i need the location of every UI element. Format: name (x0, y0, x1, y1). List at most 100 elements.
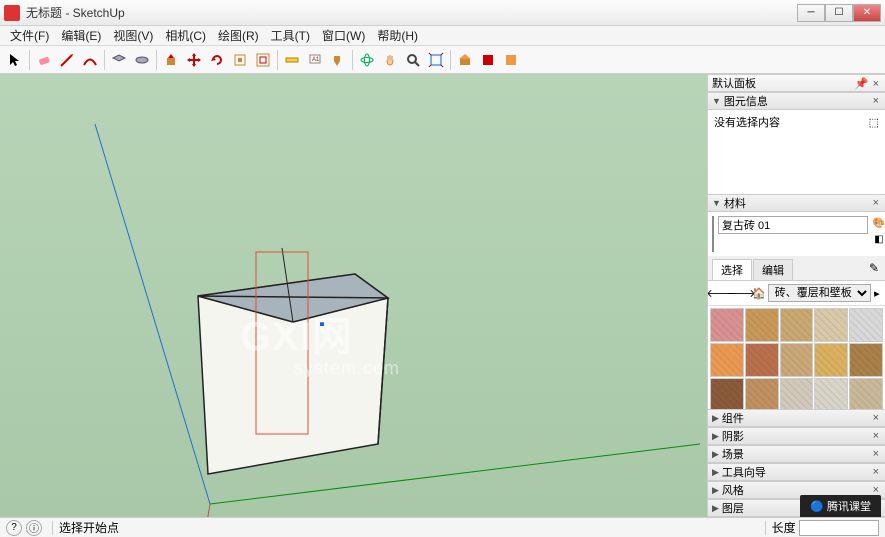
instructor-header[interactable]: ▶工具向导× (708, 463, 885, 481)
shadows-header[interactable]: ▶阴影× (708, 427, 885, 445)
menu-tools[interactable]: 工具(T) (265, 25, 316, 46)
entity-info-header[interactable]: ▼图元信息× (708, 92, 885, 110)
texture-swatch[interactable] (814, 378, 848, 409)
zoom-tool[interactable] (402, 49, 424, 71)
eraser-tool[interactable] (33, 49, 55, 71)
move-tool[interactable] (183, 49, 205, 71)
app-icon (4, 5, 20, 21)
line-tool[interactable] (56, 49, 78, 71)
statusbar: ? ⓘ 选择开始点 长度 (0, 517, 885, 537)
texture-swatch[interactable] (814, 308, 848, 342)
create-material-icon[interactable]: 🎨 (872, 216, 885, 230)
current-material-swatch[interactable] (712, 216, 714, 252)
texture-swatch[interactable] (780, 378, 814, 409)
tab-edit[interactable]: 编辑 (753, 259, 793, 280)
texture-swatch[interactable] (710, 343, 744, 377)
material-category-select[interactable]: 砖、覆层和壁板 (768, 284, 871, 302)
window-controls: ─ ☐ ✕ (797, 4, 881, 22)
orbit-tool[interactable] (356, 49, 378, 71)
layout-tool[interactable] (500, 49, 522, 71)
svg-text:A1: A1 (312, 57, 320, 63)
offset-tool[interactable] (252, 49, 274, 71)
titlebar: 无标题 - SketchUp ─ ☐ ✕ (0, 0, 885, 26)
help-icon[interactable]: ? (6, 520, 22, 536)
materials-title: 材料 (724, 195, 746, 211)
texture-swatch[interactable] (710, 308, 744, 342)
components-close-icon[interactable]: × (871, 412, 881, 424)
tray-pin-icon[interactable]: 📌 (853, 78, 871, 90)
close-button[interactable]: ✕ (853, 4, 881, 22)
menubar: 文件(F) 编辑(E) 视图(V) 相机(C) 绘图(R) 工具(T) 窗口(W… (0, 26, 885, 46)
menu-view[interactable]: 视图(V) (107, 25, 159, 46)
nav-forward-icon[interactable]: 🡒 (732, 284, 750, 302)
default-tray-label: 默认面板 (712, 75, 756, 91)
viewport-3d[interactable]: GXI网system.com (0, 74, 707, 517)
shadows-title: 阴影 (722, 428, 744, 444)
toolbar: A1 (0, 46, 885, 74)
length-label: 长度 (772, 519, 796, 536)
texture-swatch[interactable] (780, 308, 814, 342)
materials-close-icon[interactable]: × (871, 197, 881, 209)
scenes-title: 场景 (722, 446, 744, 462)
material-browser-controls: 🡐 🡒 🏠 砖、覆层和壁板 ▸ (708, 281, 885, 306)
entity-info-close-icon[interactable]: × (871, 95, 881, 107)
minimize-button[interactable]: ─ (797, 4, 825, 22)
rotate-tool[interactable] (206, 49, 228, 71)
default-tray-header[interactable]: 默认面板 📌× (708, 74, 885, 92)
texture-swatch[interactable] (849, 378, 883, 409)
materials-header[interactable]: ▼材料× (708, 194, 885, 212)
details-menu-icon[interactable]: ▸ (873, 284, 881, 302)
texture-swatch[interactable] (745, 378, 779, 409)
sample-material-icon[interactable]: ✎ (867, 259, 881, 280)
menu-edit[interactable]: 编辑(E) (55, 25, 107, 46)
maximize-button[interactable]: ☐ (825, 4, 853, 22)
components-title: 组件 (722, 410, 744, 426)
texture-swatch[interactable] (849, 308, 883, 342)
rectangle-tool[interactable] (108, 49, 130, 71)
scenes-close-icon[interactable]: × (871, 448, 881, 460)
text-tool[interactable]: A1 (304, 49, 326, 71)
texture-swatch[interactable] (745, 343, 779, 377)
texture-grid (708, 306, 885, 409)
menu-help[interactable]: 帮助(H) (371, 25, 424, 46)
tape-tool[interactable] (281, 49, 303, 71)
geo-icon[interactable]: ⓘ (26, 520, 42, 536)
material-preview: 🎨 ◧ (708, 212, 885, 256)
entity-info-content: 没有选择内容 ⬚ (708, 110, 885, 134)
paint-tool[interactable] (327, 49, 349, 71)
texture-swatch[interactable] (780, 343, 814, 377)
entity-info-details-icon[interactable]: ⬚ (869, 116, 879, 129)
texture-swatch[interactable] (814, 343, 848, 377)
select-tool[interactable] (4, 49, 26, 71)
components-header[interactable]: ▶组件× (708, 409, 885, 427)
texture-swatch[interactable] (745, 308, 779, 342)
instructor-close-icon[interactable]: × (871, 466, 881, 478)
texture-swatch[interactable] (710, 378, 744, 409)
extension-tool[interactable] (477, 49, 499, 71)
circle-tool[interactable] (131, 49, 153, 71)
menu-camera[interactable]: 相机(C) (159, 25, 212, 46)
scale-tool[interactable] (229, 49, 251, 71)
material-name-input[interactable] (718, 216, 868, 234)
zoom-extents-tool[interactable] (425, 49, 447, 71)
arc-tool[interactable] (79, 49, 101, 71)
nav-home-icon[interactable]: 🏠 (752, 284, 766, 302)
entity-info-text: 没有选择内容 (714, 114, 780, 130)
window-title: 无标题 - SketchUp (26, 4, 797, 21)
tab-select[interactable]: 选择 (712, 259, 752, 280)
pushpull-tool[interactable] (160, 49, 182, 71)
texture-swatch[interactable] (849, 343, 883, 377)
menu-file[interactable]: 文件(F) (4, 25, 55, 46)
length-input[interactable] (799, 520, 879, 536)
entity-info-title: 图元信息 (724, 93, 768, 109)
materials-tabs: 选择 编辑 ✎ (708, 256, 885, 281)
scenes-header[interactable]: ▶场景× (708, 445, 885, 463)
default-material-icon[interactable]: ◧ (872, 232, 885, 246)
warehouse-tool[interactable] (454, 49, 476, 71)
shadows-close-icon[interactable]: × (871, 430, 881, 442)
tray-close-icon[interactable]: × (871, 78, 881, 90)
pan-tool[interactable] (379, 49, 401, 71)
tencent-badge: 🔵 腾讯课堂 (800, 495, 881, 517)
menu-window[interactable]: 窗口(W) (316, 25, 371, 46)
menu-draw[interactable]: 绘图(R) (212, 25, 265, 46)
